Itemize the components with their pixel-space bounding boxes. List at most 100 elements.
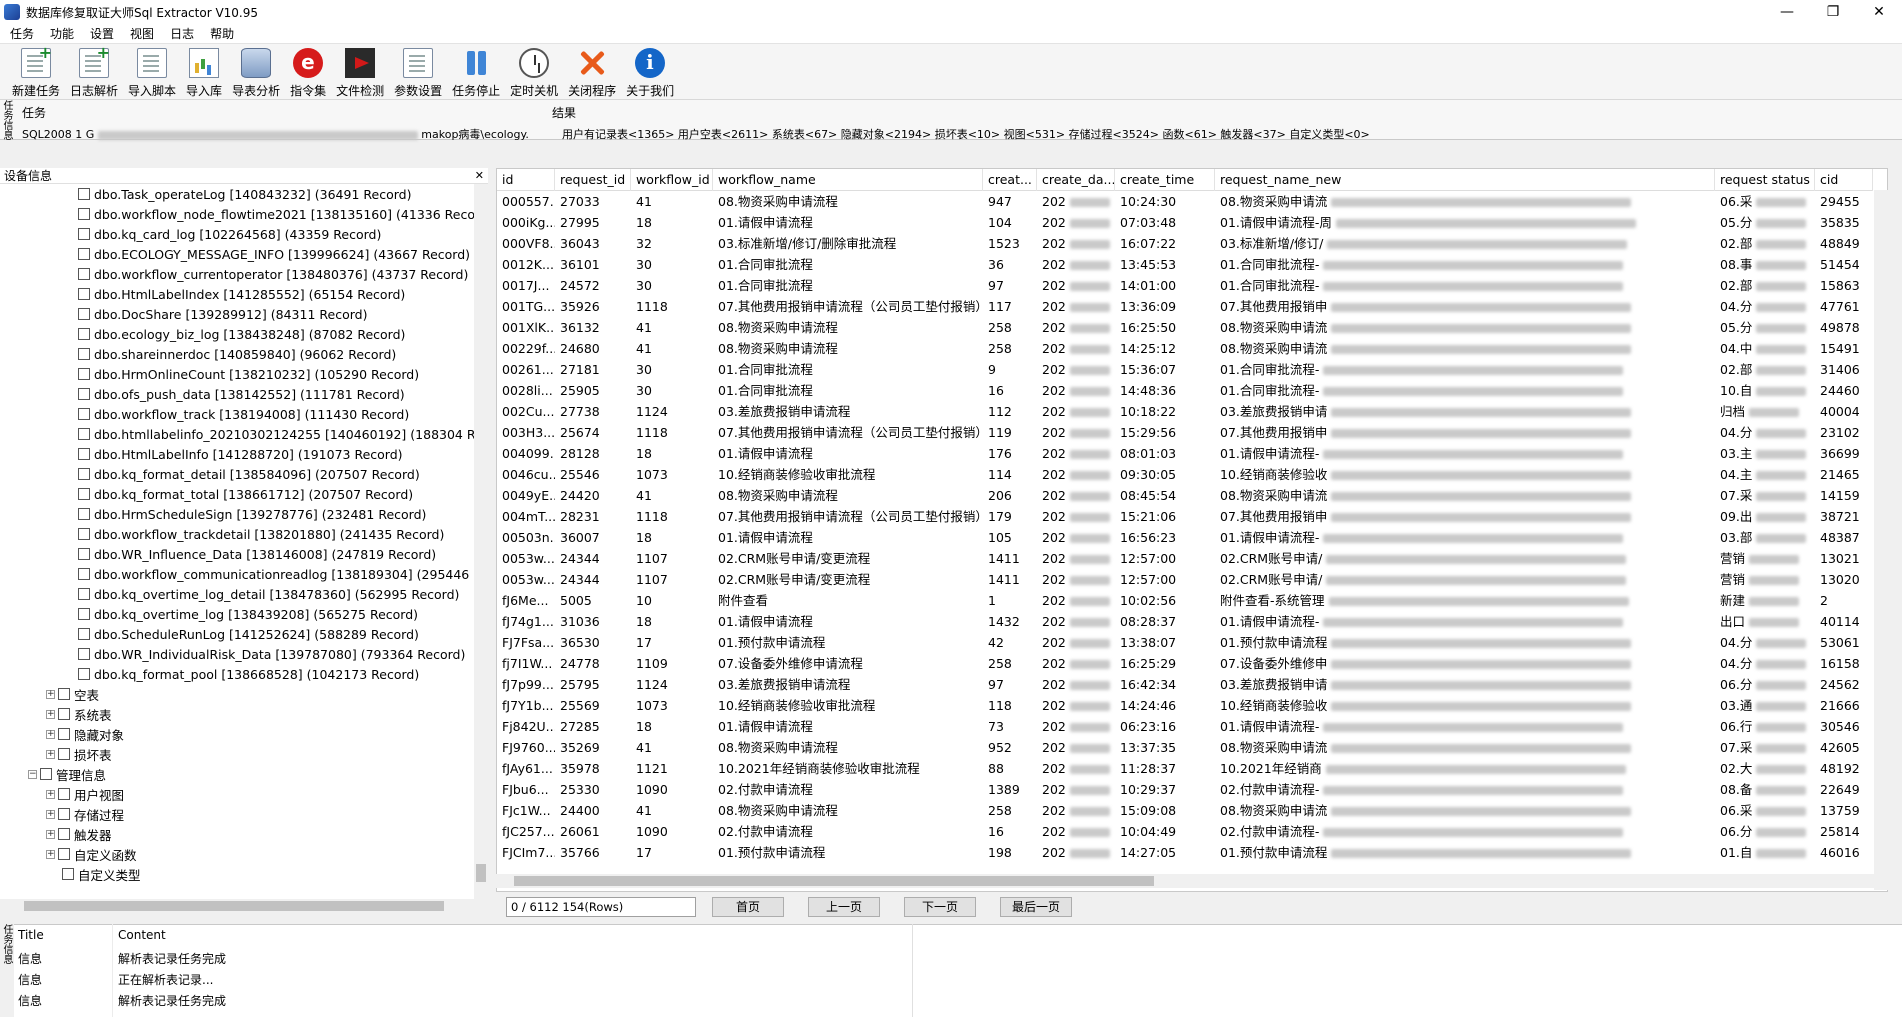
table-row[interactable]: 00229f... 24680 41 08.物资采购申请流程 258 202 14:25:1… bbox=[497, 338, 1873, 359]
menu-help[interactable]: 帮助 bbox=[202, 24, 242, 44]
checkbox[interactable] bbox=[78, 448, 90, 460]
table-row[interactable]: 004mT... 28231 1118 07.其他费用报销申请流程（公司员工垫付报销）… bbox=[497, 506, 1873, 527]
menu-view[interactable]: 视图 bbox=[122, 24, 162, 44]
checkbox[interactable] bbox=[58, 748, 70, 760]
first-page-button[interactable]: 首页 bbox=[712, 897, 784, 917]
tree-item-table[interactable]: dbo.ECOLOGY_MESSAGE_INFO [139996624] (43… bbox=[78, 244, 470, 264]
table-row[interactable]: 001TG... 35926 1118 07.其他费用报销申请流程（公司员工垫付报销）… bbox=[497, 296, 1873, 317]
checkbox[interactable] bbox=[78, 248, 90, 260]
checkbox[interactable] bbox=[78, 608, 90, 620]
timed-shutdown-button[interactable]: 定时关机 bbox=[506, 44, 562, 100]
scroll-thumb[interactable] bbox=[24, 901, 444, 911]
collapse-icon[interactable]: − bbox=[28, 769, 37, 779]
tree-item-table[interactable]: dbo.WR_Influence_Data [138146008] (24781… bbox=[78, 544, 436, 564]
tree-item-table[interactable]: dbo.workflow_trackdetail [138201880] (24… bbox=[78, 524, 444, 544]
table-row[interactable]: 000557... 27033 41 08.物资采购申请流程 947 202 10:24:3… bbox=[497, 191, 1873, 212]
expand-icon[interactable]: + bbox=[46, 829, 55, 839]
checkbox[interactable] bbox=[58, 708, 70, 720]
column-header[interactable]: workflow_name bbox=[713, 169, 983, 191]
tree-item-group[interactable]: + 自定义函数 bbox=[46, 844, 137, 864]
prev-page-button[interactable]: 上一页 bbox=[808, 897, 880, 917]
settings-button[interactable]: 参数设置 bbox=[390, 44, 446, 100]
tree-item-table[interactable]: dbo.kq_overtime_log [138439208] (565275 … bbox=[78, 604, 418, 624]
close-icon[interactable]: ✕ bbox=[475, 168, 484, 184]
tree-item-group[interactable]: + 触发器 bbox=[46, 824, 112, 844]
tree-item-group[interactable]: + 损坏表 bbox=[46, 744, 112, 764]
table-row[interactable]: FJ9760... 35269 41 08.物资采购申请流程 952 202 13:37:3… bbox=[497, 737, 1873, 758]
expand-icon[interactable]: + bbox=[46, 709, 55, 719]
tree-item-management[interactable]: − 管理信息 bbox=[28, 764, 106, 784]
checkbox[interactable] bbox=[58, 688, 70, 700]
table-row[interactable]: 00503n... 36007 18 01.请假申请流程 105 202 16:56:23 0… bbox=[497, 527, 1873, 548]
tree-item-table[interactable]: dbo.workflow_node_flowtime2021 [13813516… bbox=[78, 204, 487, 224]
checkbox[interactable] bbox=[78, 508, 90, 520]
table-row[interactable]: Fj842U... 27285 18 01.请假申请流程 73 202 06:23:16 01… bbox=[497, 716, 1873, 737]
checkbox[interactable] bbox=[78, 208, 90, 220]
table-row[interactable]: FJCIm7... 35766 17 01.预付款申请流程 198 202 14:27:05… bbox=[497, 842, 1873, 863]
tree-item-table[interactable]: dbo.kq_format_total [138661712] (207507 … bbox=[78, 484, 413, 504]
tree-item-table[interactable]: dbo.ScheduleRunLog [141252624] (588289 R… bbox=[78, 624, 419, 644]
import-db-button[interactable]: 导入库 bbox=[182, 44, 226, 100]
tree-item-group[interactable]: + 系统表 bbox=[46, 704, 112, 724]
checkbox[interactable] bbox=[58, 808, 70, 820]
checkbox[interactable] bbox=[62, 868, 74, 880]
log-parse-button[interactable]: 日志解析 bbox=[66, 43, 122, 100]
new-task-button[interactable]: 新建任务 bbox=[8, 43, 64, 100]
menu-settings[interactable]: 设置 bbox=[82, 24, 122, 44]
import-script-button[interactable]: 导入脚本 bbox=[124, 44, 180, 100]
tree-item-table[interactable]: dbo.ofs_push_data [138142552] (111781 Re… bbox=[78, 384, 405, 404]
checkbox[interactable] bbox=[78, 648, 90, 660]
table-row[interactable]: 0028li... 25905 30 01.合同审批流程 16 202 14:48:36 01… bbox=[497, 380, 1873, 401]
tree-item-table[interactable]: dbo.shareinnerdoc [140859840] (96062 Rec… bbox=[78, 344, 396, 364]
table-row[interactable]: 002Cu... 27738 1124 03.差旅费报销申请流程 112 202 10:18… bbox=[497, 401, 1873, 422]
tree-item-table[interactable]: dbo.HtmlLabelIndex [141285552] (65154 Re… bbox=[78, 284, 405, 304]
checkbox[interactable] bbox=[78, 548, 90, 560]
checkbox[interactable] bbox=[78, 188, 90, 200]
menu-function[interactable]: 功能 bbox=[42, 24, 82, 44]
tree-item-table[interactable]: dbo.kq_card_log [102264568] (43359 Recor… bbox=[78, 224, 381, 244]
tree-item-group[interactable]: + 用户视图 bbox=[46, 784, 124, 804]
log-side-tab[interactable]: 任务信息 bbox=[0, 924, 14, 1017]
checkbox[interactable] bbox=[78, 628, 90, 640]
checkbox[interactable] bbox=[78, 488, 90, 500]
maximize-button[interactable]: ❐ bbox=[1810, 0, 1856, 24]
grid-horizontal-scrollbar[interactable] bbox=[496, 874, 1874, 888]
tree-item-table[interactable]: dbo.kq_format_detail [138584096] (207507… bbox=[78, 464, 420, 484]
tree-item-table[interactable]: dbo.Task_operateLog [140843232] (36491 R… bbox=[78, 184, 411, 204]
checkbox[interactable] bbox=[78, 368, 90, 380]
checkbox[interactable] bbox=[78, 228, 90, 240]
tree-item-table[interactable]: dbo.WR_IndividualRisk_Data [139787080] (… bbox=[78, 644, 465, 664]
tree-item-table[interactable]: dbo.HrmOnlineCount [138210232] (105290 R… bbox=[78, 364, 419, 384]
table-row[interactable]: fJ7p99... 25795 1124 03.差旅费报销申请流程 97 202 16:42… bbox=[497, 674, 1873, 695]
tree-item-table[interactable]: dbo.DocShare [139289912] (84311 Record) bbox=[78, 304, 367, 324]
menu-log[interactable]: 日志 bbox=[162, 24, 202, 44]
expand-icon[interactable]: + bbox=[46, 749, 55, 759]
column-header[interactable]: request status bbox=[1715, 169, 1815, 191]
column-header[interactable]: request_id bbox=[555, 169, 631, 191]
file-check-button[interactable]: 文件检测 bbox=[332, 44, 388, 100]
table-row[interactable]: fJC257... 26061 1090 02.付款申请流程 16 202 10:04:49… bbox=[497, 821, 1873, 842]
checkbox[interactable] bbox=[78, 588, 90, 600]
table-row[interactable]: fJ7Y1b... 25569 1073 10.经销商装修验收审批流程 118 202 14… bbox=[497, 695, 1873, 716]
close-program-button[interactable]: 关闭程序 bbox=[564, 44, 620, 100]
table-row[interactable]: fJ6Me... 5005 10 附件查看 1 202 10:02:56 附件查看-系统管理 新… bbox=[497, 590, 1873, 611]
checkbox[interactable] bbox=[78, 528, 90, 540]
table-row[interactable]: fj7I1W... 24778 1109 07.设备委外维修申请流程 258 202 16:… bbox=[497, 653, 1873, 674]
expand-icon[interactable]: + bbox=[46, 809, 55, 819]
table-row[interactable]: 000VF8... 36043 32 03.标准新增/修订/删除审批流程 1523 202… bbox=[497, 233, 1873, 254]
side-tab[interactable]: 任务信息 bbox=[0, 100, 12, 140]
table-row[interactable]: 004099... 28128 18 01.请假申请流程 176 202 08:01:03 0… bbox=[497, 443, 1873, 464]
checkbox[interactable] bbox=[78, 388, 90, 400]
table-analysis-button[interactable]: 导表分析 bbox=[228, 44, 284, 100]
table-row[interactable]: FJbu6... 25330 1090 02.付款申请流程 1389 202 10:29:3… bbox=[497, 779, 1873, 800]
tree-item-table[interactable]: dbo.htmllabelinfo_20210302124255 [140460… bbox=[78, 424, 487, 444]
checkbox[interactable] bbox=[78, 408, 90, 420]
close-button[interactable]: ✕ bbox=[1856, 0, 1902, 24]
expand-icon[interactable]: + bbox=[46, 849, 55, 859]
command-set-button[interactable]: 指令集 bbox=[286, 44, 330, 100]
column-header[interactable]: request_name_new bbox=[1215, 169, 1715, 191]
expand-icon[interactable]: + bbox=[46, 789, 55, 799]
checkbox[interactable] bbox=[78, 348, 90, 360]
table-row[interactable]: 0012K... 36101 30 01.合同审批流程 36 202 13:45:53 01.… bbox=[497, 254, 1873, 275]
tree-item-table[interactable]: dbo.workflow_track [138194008] (111430 R… bbox=[78, 404, 409, 424]
